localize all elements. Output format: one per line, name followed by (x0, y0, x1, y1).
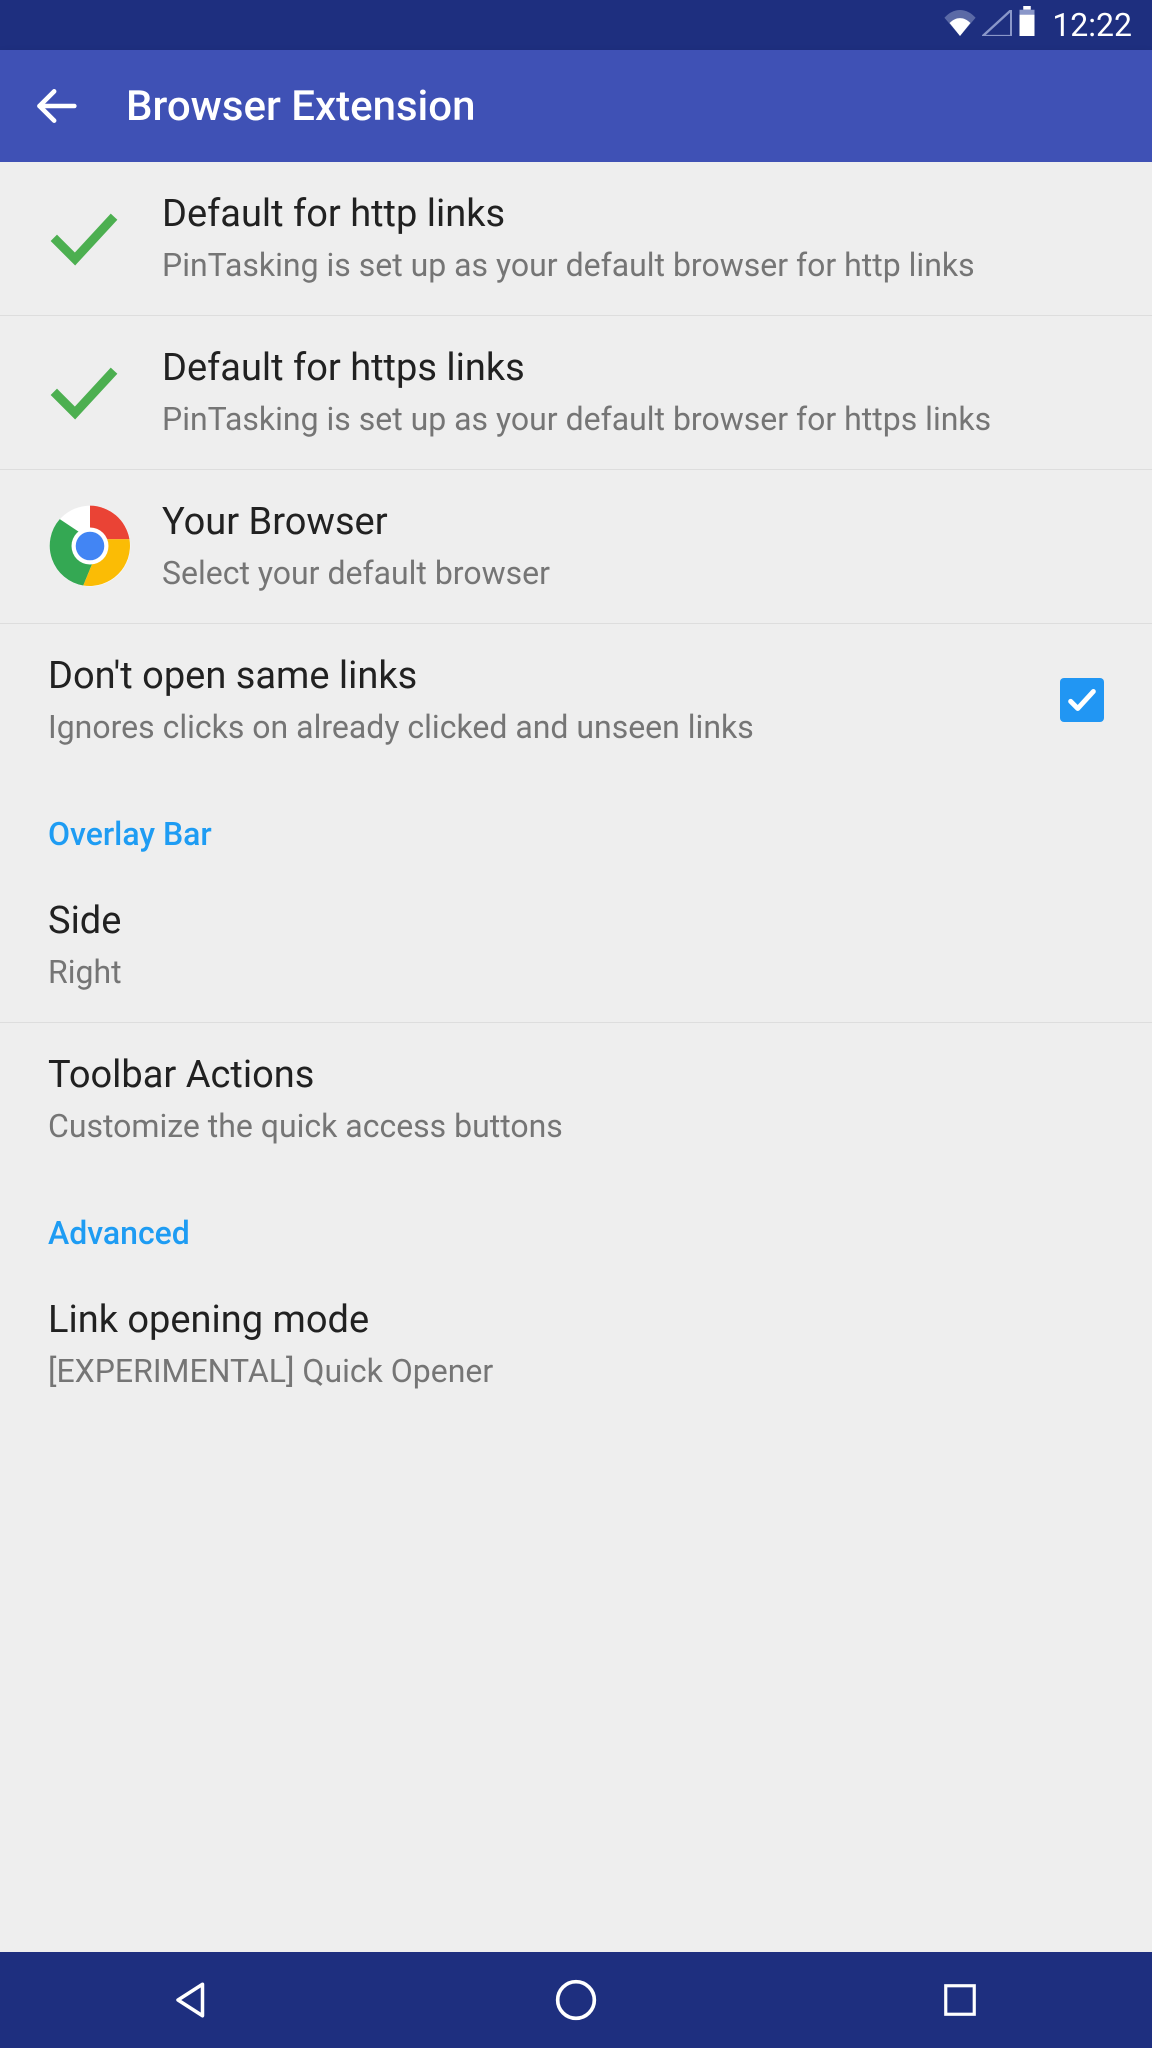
battery-icon (1018, 6, 1036, 44)
row-title: Your Browser (162, 498, 1104, 547)
row-default-http[interactable]: Default for http links PinTasking is set… (0, 162, 1152, 316)
row-link-opening-mode[interactable]: Link opening mode [EXPERIMENTAL] Quick O… (0, 1268, 1152, 1403)
row-subtitle: Right (48, 952, 1104, 994)
check-icon (48, 202, 144, 274)
navigation-bar (0, 1952, 1152, 2048)
app-bar: Browser Extension (0, 50, 1152, 162)
row-dont-open-same[interactable]: Don't open same links Ignores clicks on … (0, 624, 1152, 777)
status-bar: 12:22 (0, 0, 1152, 50)
row-subtitle: [EXPERIMENTAL] Quick Opener (48, 1351, 1104, 1393)
nav-back-button[interactable] (162, 1970, 222, 2030)
cell-icon (982, 6, 1012, 44)
nav-recents-button[interactable] (930, 1970, 990, 2030)
row-subtitle: Ignores clicks on already clicked and un… (48, 707, 1040, 749)
section-advanced: Advanced (0, 1176, 1152, 1268)
row-subtitle: Select your default browser (162, 553, 1104, 595)
row-subtitle: PinTasking is set up as your default bro… (162, 245, 1104, 287)
row-subtitle: PinTasking is set up as your default bro… (162, 399, 1104, 441)
row-subtitle: Customize the quick access buttons (48, 1106, 1104, 1148)
row-title: Default for https links (162, 344, 1104, 393)
section-overlay-bar: Overlay Bar (0, 777, 1152, 869)
page-title: Browser Extension (126, 82, 475, 131)
row-title: Default for http links (162, 190, 1104, 239)
check-icon (48, 356, 144, 428)
row-your-browser[interactable]: Your Browser Select your default browser (0, 470, 1152, 624)
chrome-icon (48, 504, 144, 588)
row-title: Toolbar Actions (48, 1051, 1104, 1100)
row-toolbar-actions[interactable]: Toolbar Actions Customize the quick acce… (0, 1023, 1152, 1176)
row-title: Link opening mode (48, 1296, 1104, 1345)
row-title: Don't open same links (48, 652, 1040, 701)
row-default-https[interactable]: Default for https links PinTasking is se… (0, 316, 1152, 470)
row-title: Side (48, 897, 1104, 946)
nav-home-button[interactable] (546, 1970, 606, 2030)
wifi-icon (944, 6, 976, 44)
checkbox-same-links[interactable] (1060, 678, 1104, 722)
settings-list: Default for http links PinTasking is set… (0, 162, 1152, 1403)
back-button[interactable] (32, 82, 80, 130)
row-side[interactable]: Side Right (0, 869, 1152, 1023)
status-time: 12:22 (1052, 6, 1132, 44)
